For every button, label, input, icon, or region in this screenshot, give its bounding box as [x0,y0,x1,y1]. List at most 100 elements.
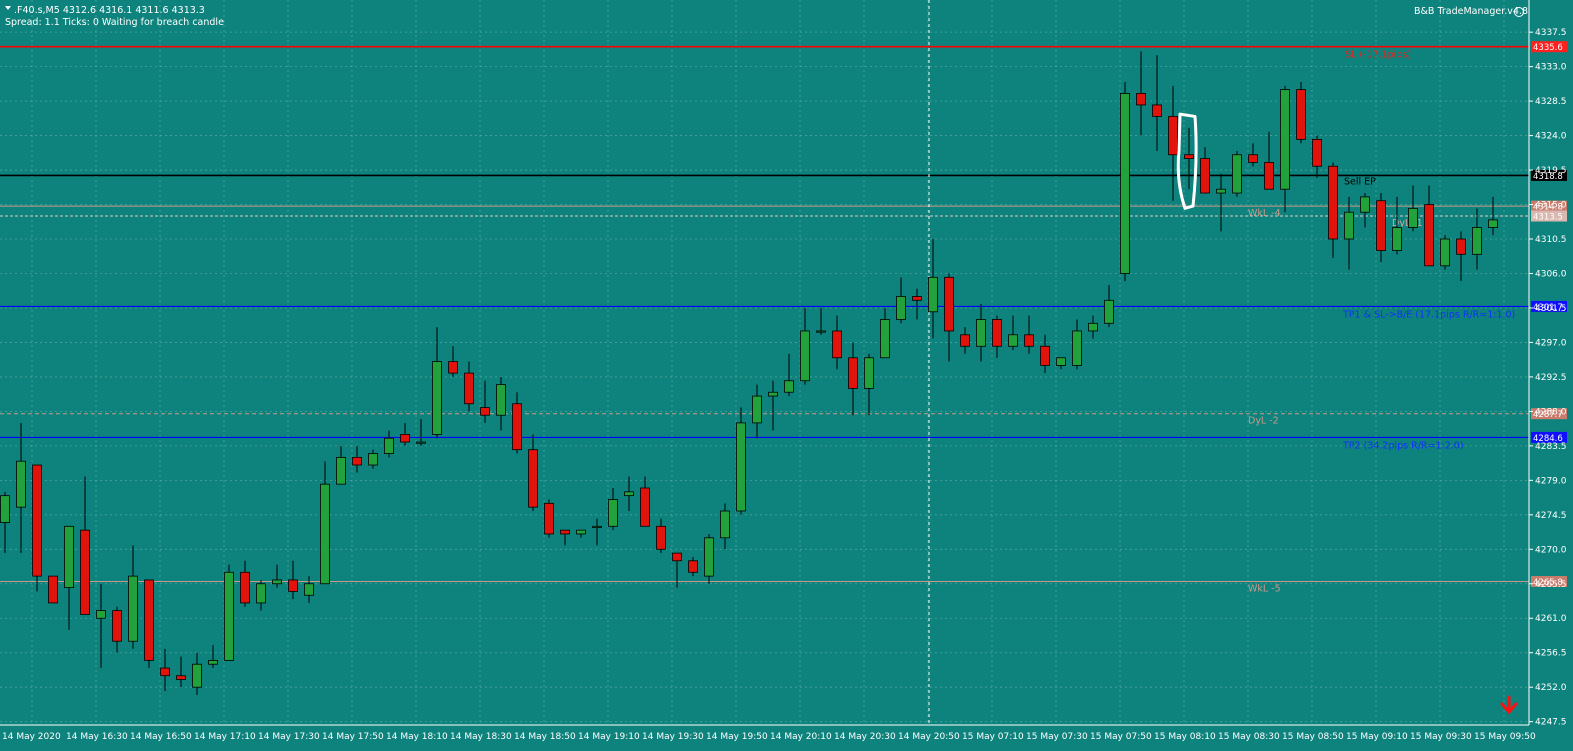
time-tick-label: 14 May 20:10 [770,732,832,742]
candle-bull [1392,227,1402,251]
status-info: Spread: 1.1 Ticks: 0 Waiting for breach … [5,17,224,28]
time-tick-label: 15 May 07:50 [1090,732,1152,742]
candle-bear [32,464,42,577]
candle-bear [144,579,154,661]
candle-bear [528,449,538,508]
level-label: Sell EP [1344,176,1376,187]
candle-bull [336,456,346,485]
time-tick-label: 15 May 08:10 [1154,732,1216,742]
candle-bear [960,334,970,347]
price-tick-label: 4261.0 [1535,614,1567,624]
price-tick-label: 4328.5 [1535,97,1567,107]
candle-bear [1040,345,1050,366]
price-tick-label: 4265.5 [1535,580,1567,590]
time-tick-label: 14 May 19:10 [578,732,640,742]
candle-bull [592,525,602,528]
candle-bull [304,583,314,596]
candle-bear [656,525,666,550]
candle-bull [800,330,810,382]
time-tick-label: 15 May 08:30 [1218,732,1280,742]
time-tick-label: 14 May 16:50 [130,732,192,742]
candle-bear [544,502,554,535]
candle-bull [224,571,234,661]
time-tick-label: 14 May 2020 [2,732,61,742]
candle-bull [880,319,890,359]
candle-bear [80,529,90,615]
price-tick-label: 4247.5 [1535,718,1567,728]
candle-bull [928,276,938,313]
candle-bear [912,296,922,301]
candle-bull [16,460,26,508]
price-tick-label: 4301.5 [1535,304,1567,314]
candle-bull [1360,196,1370,213]
level-label: WkL -4 [1248,208,1281,219]
candle-bull [1120,93,1130,274]
time-tick-label: 15 May 09:30 [1410,732,1472,742]
candle-bull [1088,322,1098,332]
candle-bull [1104,299,1114,324]
candle-bull [320,483,330,585]
time-axis: 14 May 2020 14 May 16:30 14 May 16:50 14 Ma… [0,724,1536,742]
candle-bull [64,525,74,589]
candle-bull [1488,219,1498,228]
candle-bull [976,319,986,347]
candle-bear [560,529,570,535]
candle-bear [992,319,1002,347]
time-tick-label: 14 May 18:30 [450,732,512,742]
candle-bull [896,296,906,320]
candle-bull [1232,154,1242,194]
candle-bull [1072,330,1082,366]
candle-bear [1296,89,1306,140]
candle-bear [688,560,698,573]
candle-bull [624,491,634,497]
time-tick-label: 14 May 18:50 [514,732,576,742]
candle-bull [864,357,874,389]
candle-bear [1328,165,1338,240]
candle-bull [208,659,218,665]
candle-bear [1152,104,1162,117]
chart-menu-icon[interactable] [5,6,11,10]
time-tick-label: 14 May 17:10 [194,732,256,742]
candle-bull [1216,188,1226,194]
candle-bull [608,499,618,527]
price-tick-label: 4270.0 [1535,545,1567,555]
candle-bull [768,391,778,397]
level-price-tag-text: 4335.6 [1533,43,1563,53]
price-chart[interactable]: SL (-17.1pips)4335.6Sell EP 4318.8WkL -44… [0,0,1573,751]
time-tick-label: 14 May 18:10 [386,732,448,742]
price-tick-label: 4283.5 [1535,442,1567,452]
candle-bull [1440,238,1450,267]
smiley-icon [1514,7,1524,17]
price-tick-label: 4256.5 [1535,649,1567,659]
candle-bear [1264,161,1274,190]
freehand-annotation [1176,112,1198,210]
candle-bull [736,422,746,512]
time-tick-label: 15 May 09:10 [1346,732,1408,742]
price-tick-label: 4292.5 [1535,373,1567,383]
candle-bear [160,667,170,677]
candle-bull [416,441,426,444]
candle-bear [832,330,842,359]
price-axis: 4337.5 4333.0 4328.5 4324.0 4319.5 4315.0 4310… [1528,0,1567,728]
price-tick-label: 4252.0 [1535,683,1567,693]
red-down-arrow-icon [1500,695,1518,715]
candle-bear [176,675,186,680]
level-label: TP2 (34.2pips R/R=1:2.0) [1342,440,1464,451]
price-tick-label: 4324.0 [1535,132,1567,142]
candle-bull [816,330,826,333]
candle-bear [512,403,522,451]
level-label: TP1 & SL->B/E (17.1pips R/R=1:1.0) [1342,309,1515,320]
candle-bear [400,433,410,443]
level-label: DyL -2 [1248,416,1279,427]
price-tick-label: 4274.5 [1535,511,1567,521]
candle-bear [240,571,250,604]
time-tick-label: 14 May 20:30 [834,732,896,742]
candle-bull [368,453,378,466]
candle-bear [1184,154,1194,159]
time-tick-label: 14 May 20:50 [898,732,960,742]
time-tick-label: 14 May 19:50 [706,732,768,742]
time-tick-label: 14 May 16:30 [66,732,128,742]
price-tick-label: 4315.0 [1535,201,1567,211]
candle-bear [640,487,650,527]
candle-bear [1456,238,1466,255]
